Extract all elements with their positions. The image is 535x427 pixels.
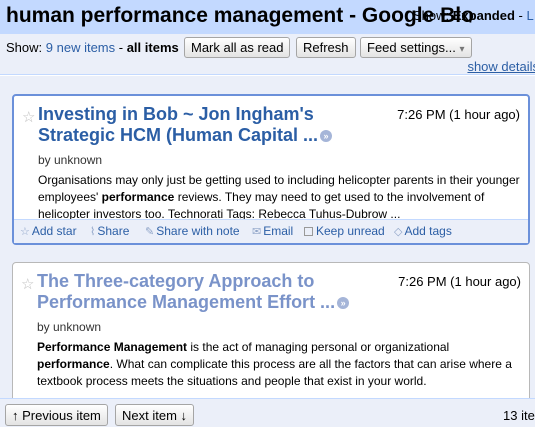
entry-title-line1: Investing in Bob ~ Jon Ingham's xyxy=(38,104,314,124)
share-action[interactable]: ⌇ Share xyxy=(90,224,129,238)
page-title: human performance management - Google Bl… xyxy=(6,4,474,27)
arrow-circle-icon[interactable]: » xyxy=(320,130,333,142)
entry-title-line2: Performance Management Effort ... xyxy=(37,292,336,312)
next-item-button[interactable]: Next item ↓ xyxy=(115,404,195,426)
snippet-highlight: performance xyxy=(37,357,110,371)
star-icon[interactable]: ☆ xyxy=(22,108,35,126)
entry-title-link[interactable]: The Three-category Approach to Performan… xyxy=(37,271,377,313)
envelope-icon: ✉ xyxy=(252,226,262,238)
feed-settings-button[interactable]: Feed settings... ▾ xyxy=(360,37,472,58)
previous-item-button[interactable]: ↑ Previous item xyxy=(5,404,108,426)
entry-author: by unknown xyxy=(38,153,103,167)
add-tags-action[interactable]: ◇ Add tags xyxy=(394,224,452,238)
entries-list: ☆ Investing in Bob ~ Jon Ingham's Strate… xyxy=(0,76,535,398)
share-with-note-label: Share with note xyxy=(156,224,240,238)
item-count: 13 items xyxy=(503,408,535,423)
keep-unread-checkbox[interactable] xyxy=(304,227,313,236)
share-with-note-action[interactable]: ✎ Share with note xyxy=(145,224,240,238)
entry-snippet: Organisations may only just be getting u… xyxy=(38,172,523,223)
dropdown-arrow-icon: ▾ xyxy=(459,44,465,55)
item-filter: Show: 9 new items - all items xyxy=(6,40,179,55)
email-label: Email xyxy=(263,224,294,238)
entry-title-link[interactable]: Investing in Bob ~ Jon Ingham's Strategi… xyxy=(38,104,378,146)
keep-unread-label: Keep unread xyxy=(316,224,385,238)
add-tags-label: Add tags xyxy=(404,224,452,238)
tag-icon: ◇ xyxy=(394,226,403,238)
down-arrow-icon: ↓ xyxy=(180,407,188,423)
next-item-label: Next item xyxy=(122,407,177,423)
title-bar: human performance management - Google Bl… xyxy=(0,0,535,34)
previous-item-label: Previous item xyxy=(22,407,101,423)
entry-time: 7:26 PM (1 hour ago) xyxy=(398,274,521,289)
snippet-text: is the act of managing personal or organ… xyxy=(187,340,450,354)
entry-snippet: Performance Management is the act of man… xyxy=(37,339,522,390)
footer-bar: ↑ Previous item Next item ↓ 13 items xyxy=(0,398,535,427)
feed-settings-label: Feed settings... xyxy=(367,40,456,55)
snippet-highlight: Performance Management xyxy=(37,340,188,354)
entry-title-line1: The Three-category Approach to xyxy=(37,271,315,291)
arrow-circle-icon[interactable]: » xyxy=(337,297,350,309)
note-icon: ✎ xyxy=(145,226,155,238)
entry-title-line2: Strategic HCM (Human Capital ... xyxy=(38,125,319,145)
entry-card-next[interactable]: ☆ The Three-category Approach to Perform… xyxy=(12,262,530,398)
snippet-highlight: performance xyxy=(101,190,175,204)
share-icon: ⌇ xyxy=(90,226,96,238)
entry-card-current[interactable]: ☆ Investing in Bob ~ Jon Ingham's Strate… xyxy=(12,94,530,245)
show-details-link[interactable]: show details xyxy=(467,59,535,74)
view-mode-label: Show: xyxy=(413,8,450,23)
view-mode-list-link[interactable]: L xyxy=(526,8,533,23)
entry-time: 7:26 PM (1 hour ago) xyxy=(397,107,520,122)
refresh-button[interactable]: Refresh xyxy=(296,37,356,58)
all-items-label: all items xyxy=(126,40,179,55)
view-mode-separator: - xyxy=(514,8,527,23)
view-mode: Show: Expanded - L xyxy=(413,8,534,23)
add-star-label: Add star xyxy=(31,224,77,238)
star-icon: ☆ xyxy=(20,226,30,238)
add-star-action[interactable]: ☆ Add star xyxy=(20,224,77,238)
keep-unread-action[interactable]: Keep unread xyxy=(304,224,385,238)
email-action[interactable]: ✉ Email xyxy=(252,224,293,238)
new-items-link[interactable]: 9 new items xyxy=(46,40,115,55)
up-arrow-icon: ↑ xyxy=(12,407,19,423)
filter-label: Show: xyxy=(6,40,43,55)
entry-author: by unknown xyxy=(37,320,102,334)
toolbar: Show: 9 new items - all items Mark all a… xyxy=(0,34,535,75)
mark-all-read-button[interactable]: Mark all as read xyxy=(184,37,291,58)
share-label: Share xyxy=(97,224,130,238)
entry-actions-bar: ☆ Add star ⌇ Share ✎ Share with note ✉ Email… xyxy=(14,219,528,243)
filter-separator: - xyxy=(115,40,127,55)
view-mode-expanded: Expanded xyxy=(452,8,515,23)
star-icon[interactable]: ☆ xyxy=(21,275,34,293)
